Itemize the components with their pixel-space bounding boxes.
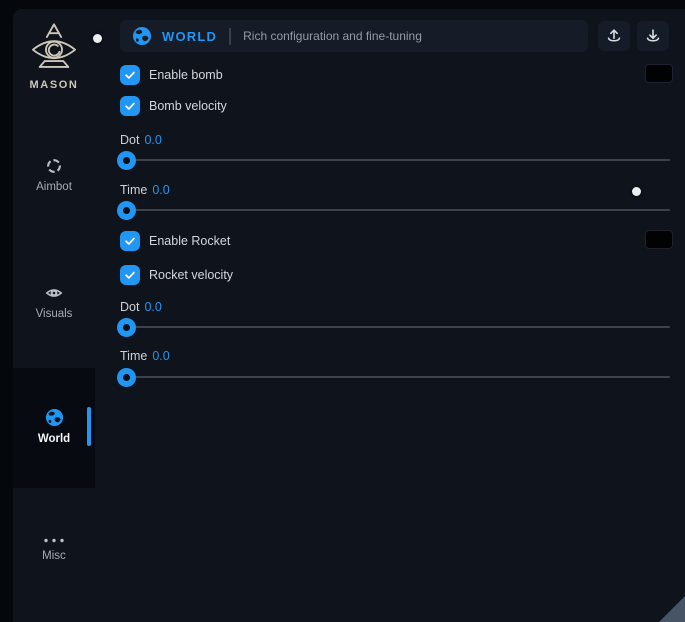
- toggle-label: Bomb velocity: [149, 99, 227, 113]
- ellipsis-icon: [42, 537, 66, 544]
- bomb-dot-slider[interactable]: [120, 159, 670, 161]
- rocket-time-slider[interactable]: [120, 376, 670, 378]
- rocket-velocity-row: Rocket velocity: [120, 265, 233, 285]
- crosshair-icon: [45, 157, 63, 175]
- upload-icon: [605, 27, 623, 45]
- active-tab-indicator: [87, 407, 91, 446]
- slider-name: Dot: [120, 300, 139, 314]
- rocket-time-label: Time 0.0: [120, 349, 170, 363]
- check-icon: [123, 68, 137, 82]
- toggle-label: Enable Rocket: [149, 234, 230, 248]
- slider-name: Time: [120, 183, 147, 197]
- sidebar-item-world[interactable]: World: [13, 368, 95, 488]
- white-indicator-dot: [93, 34, 102, 43]
- sidebar-item-misc[interactable]: Misc: [13, 537, 95, 562]
- globe-icon: [132, 26, 152, 46]
- toggle-label: Enable bomb: [149, 68, 223, 82]
- brand-name: MASON: [13, 79, 95, 91]
- download-config-button[interactable]: [637, 21, 669, 51]
- sidebar-item-label: Aimbot: [36, 181, 72, 193]
- page-title: WORLD: [162, 29, 217, 44]
- rocket-velocity-checkbox[interactable]: [120, 265, 140, 285]
- page-subtitle: Rich configuration and fine-tuning: [243, 29, 422, 43]
- tab-header-bar: WORLD Rich configuration and fine-tuning: [120, 20, 588, 52]
- slider-name: Dot: [120, 133, 139, 147]
- slider-value: 0.0: [144, 133, 161, 147]
- sidebar-item-label: Visuals: [36, 308, 73, 320]
- bomb-dot-label: Dot 0.0: [120, 133, 162, 147]
- slider-handle[interactable]: [117, 201, 136, 220]
- enable-rocket-row: Enable Rocket: [120, 231, 230, 251]
- upload-config-button[interactable]: [598, 21, 630, 51]
- pyramid-eye-logo-icon: [27, 21, 81, 75]
- check-icon: [123, 99, 137, 113]
- rocket-dot-label: Dot 0.0: [120, 300, 162, 314]
- bomb-color-swatch[interactable]: [645, 64, 673, 83]
- slider-value: 0.0: [144, 300, 161, 314]
- enable-bomb-row: Enable bomb: [120, 65, 223, 85]
- background-corner-shape: [659, 596, 685, 622]
- slider-handle[interactable]: [117, 151, 136, 170]
- eye-icon: [45, 284, 63, 302]
- menu-panel: MASON Aimbot Visuals World: [13, 9, 685, 622]
- bomb-velocity-row: Bomb velocity: [120, 96, 227, 116]
- sidebar-item-label: Misc: [42, 550, 66, 562]
- sidebar-item-label: World: [38, 433, 70, 445]
- slider-value: 0.0: [152, 183, 169, 197]
- slider-handle[interactable]: [117, 318, 136, 337]
- toggle-label: Rocket velocity: [149, 268, 233, 282]
- enable-bomb-checkbox[interactable]: [120, 65, 140, 85]
- sidebar-item-aimbot[interactable]: Aimbot: [13, 157, 95, 193]
- sidebar: MASON Aimbot Visuals World: [13, 9, 117, 622]
- header-divider: [229, 28, 231, 45]
- rocket-color-swatch[interactable]: [645, 230, 673, 249]
- rocket-dot-slider[interactable]: [120, 326, 670, 328]
- bomb-time-label: Time 0.0: [120, 183, 170, 197]
- white-indicator-dot: [632, 187, 641, 196]
- check-icon: [123, 268, 137, 282]
- sidebar-item-visuals[interactable]: Visuals: [13, 284, 95, 320]
- enable-rocket-checkbox[interactable]: [120, 231, 140, 251]
- download-icon: [644, 27, 662, 45]
- slider-handle[interactable]: [117, 368, 136, 387]
- globe-icon: [45, 408, 64, 427]
- bomb-time-slider[interactable]: [120, 209, 670, 211]
- check-icon: [123, 234, 137, 248]
- bomb-velocity-checkbox[interactable]: [120, 96, 140, 116]
- brand-logo: MASON: [13, 21, 95, 91]
- slider-value: 0.0: [152, 349, 169, 363]
- slider-name: Time: [120, 349, 147, 363]
